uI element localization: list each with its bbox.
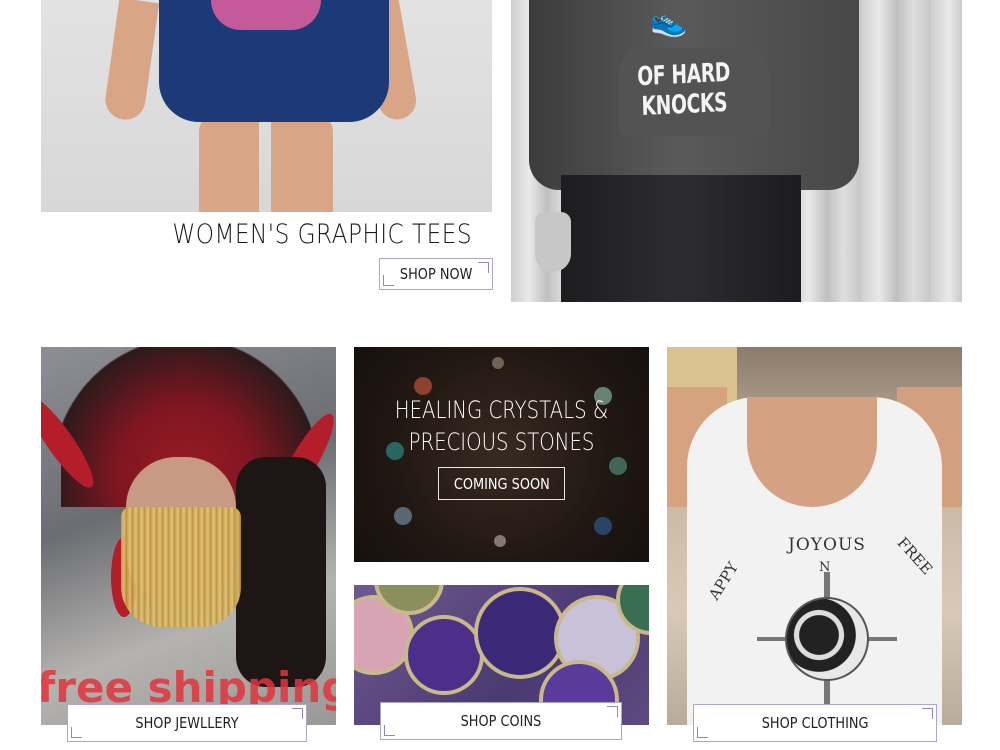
- shop-clothing-button[interactable]: SHOP CLOTHING: [693, 704, 937, 742]
- medallion-coin: [474, 587, 566, 679]
- shop-jewellery-button[interactable]: SHOP JEWLLERY: [67, 704, 307, 742]
- crystals-title-line2: PRECIOUS STONES: [408, 428, 595, 456]
- model-hair: [236, 457, 326, 687]
- crystals-title-line1: HEALING CRYSTALS &: [394, 396, 609, 424]
- womens-tees-title: WOMEN'S GRAPHIC TEES: [172, 219, 472, 250]
- crystals-title: HEALING CRYSTALS & PRECIOUS STONES: [381, 394, 623, 458]
- model-leg-right: [271, 112, 333, 212]
- globe-icon: [785, 597, 869, 681]
- model-leg-left: [199, 112, 259, 212]
- shop-clothing-label: SHOP CLOTHING: [761, 714, 869, 732]
- black-jeans: [561, 175, 801, 302]
- crystals-image[interactable]: HEALING CRYSTALS & PRECIOUS STONES COMIN…: [354, 347, 649, 562]
- grey-hoodie: 👟 OF HARD KNOCKS: [529, 0, 859, 190]
- tank-print-joyous: JOYOUS: [788, 535, 866, 555]
- shop-jewellery-label: SHOP JEWLLERY: [135, 714, 239, 732]
- compass-north-label: N: [819, 560, 831, 575]
- hoodie-image[interactable]: 👟 OF HARD KNOCKS: [511, 0, 962, 302]
- jewellery-image[interactable]: free shipping: [41, 347, 336, 725]
- shop-coins-label: SHOP COINS: [460, 712, 542, 730]
- womens-tees-image[interactable]: [41, 0, 492, 212]
- model-arm-left: [102, 0, 160, 123]
- medallion-coin: [404, 615, 484, 695]
- shop-now-button[interactable]: SHOP NOW: [379, 258, 493, 290]
- coming-soon-label: COMING SOON: [453, 474, 550, 493]
- model-hand: [535, 212, 571, 272]
- clothing-image[interactable]: JOYOUS APPY FREE N: [667, 347, 962, 725]
- hoodie-print-text: OF HARD KNOCKS: [636, 57, 731, 123]
- sneaker-graphic-icon: 👟: [650, 5, 688, 38]
- lips-graphic: [211, 0, 321, 30]
- coming-soon-button[interactable]: COMING SOON: [438, 467, 565, 500]
- shop-coins-button[interactable]: SHOP COINS: [380, 702, 622, 740]
- shop-now-label: SHOP NOW: [399, 265, 473, 283]
- gold-veil: [121, 507, 241, 627]
